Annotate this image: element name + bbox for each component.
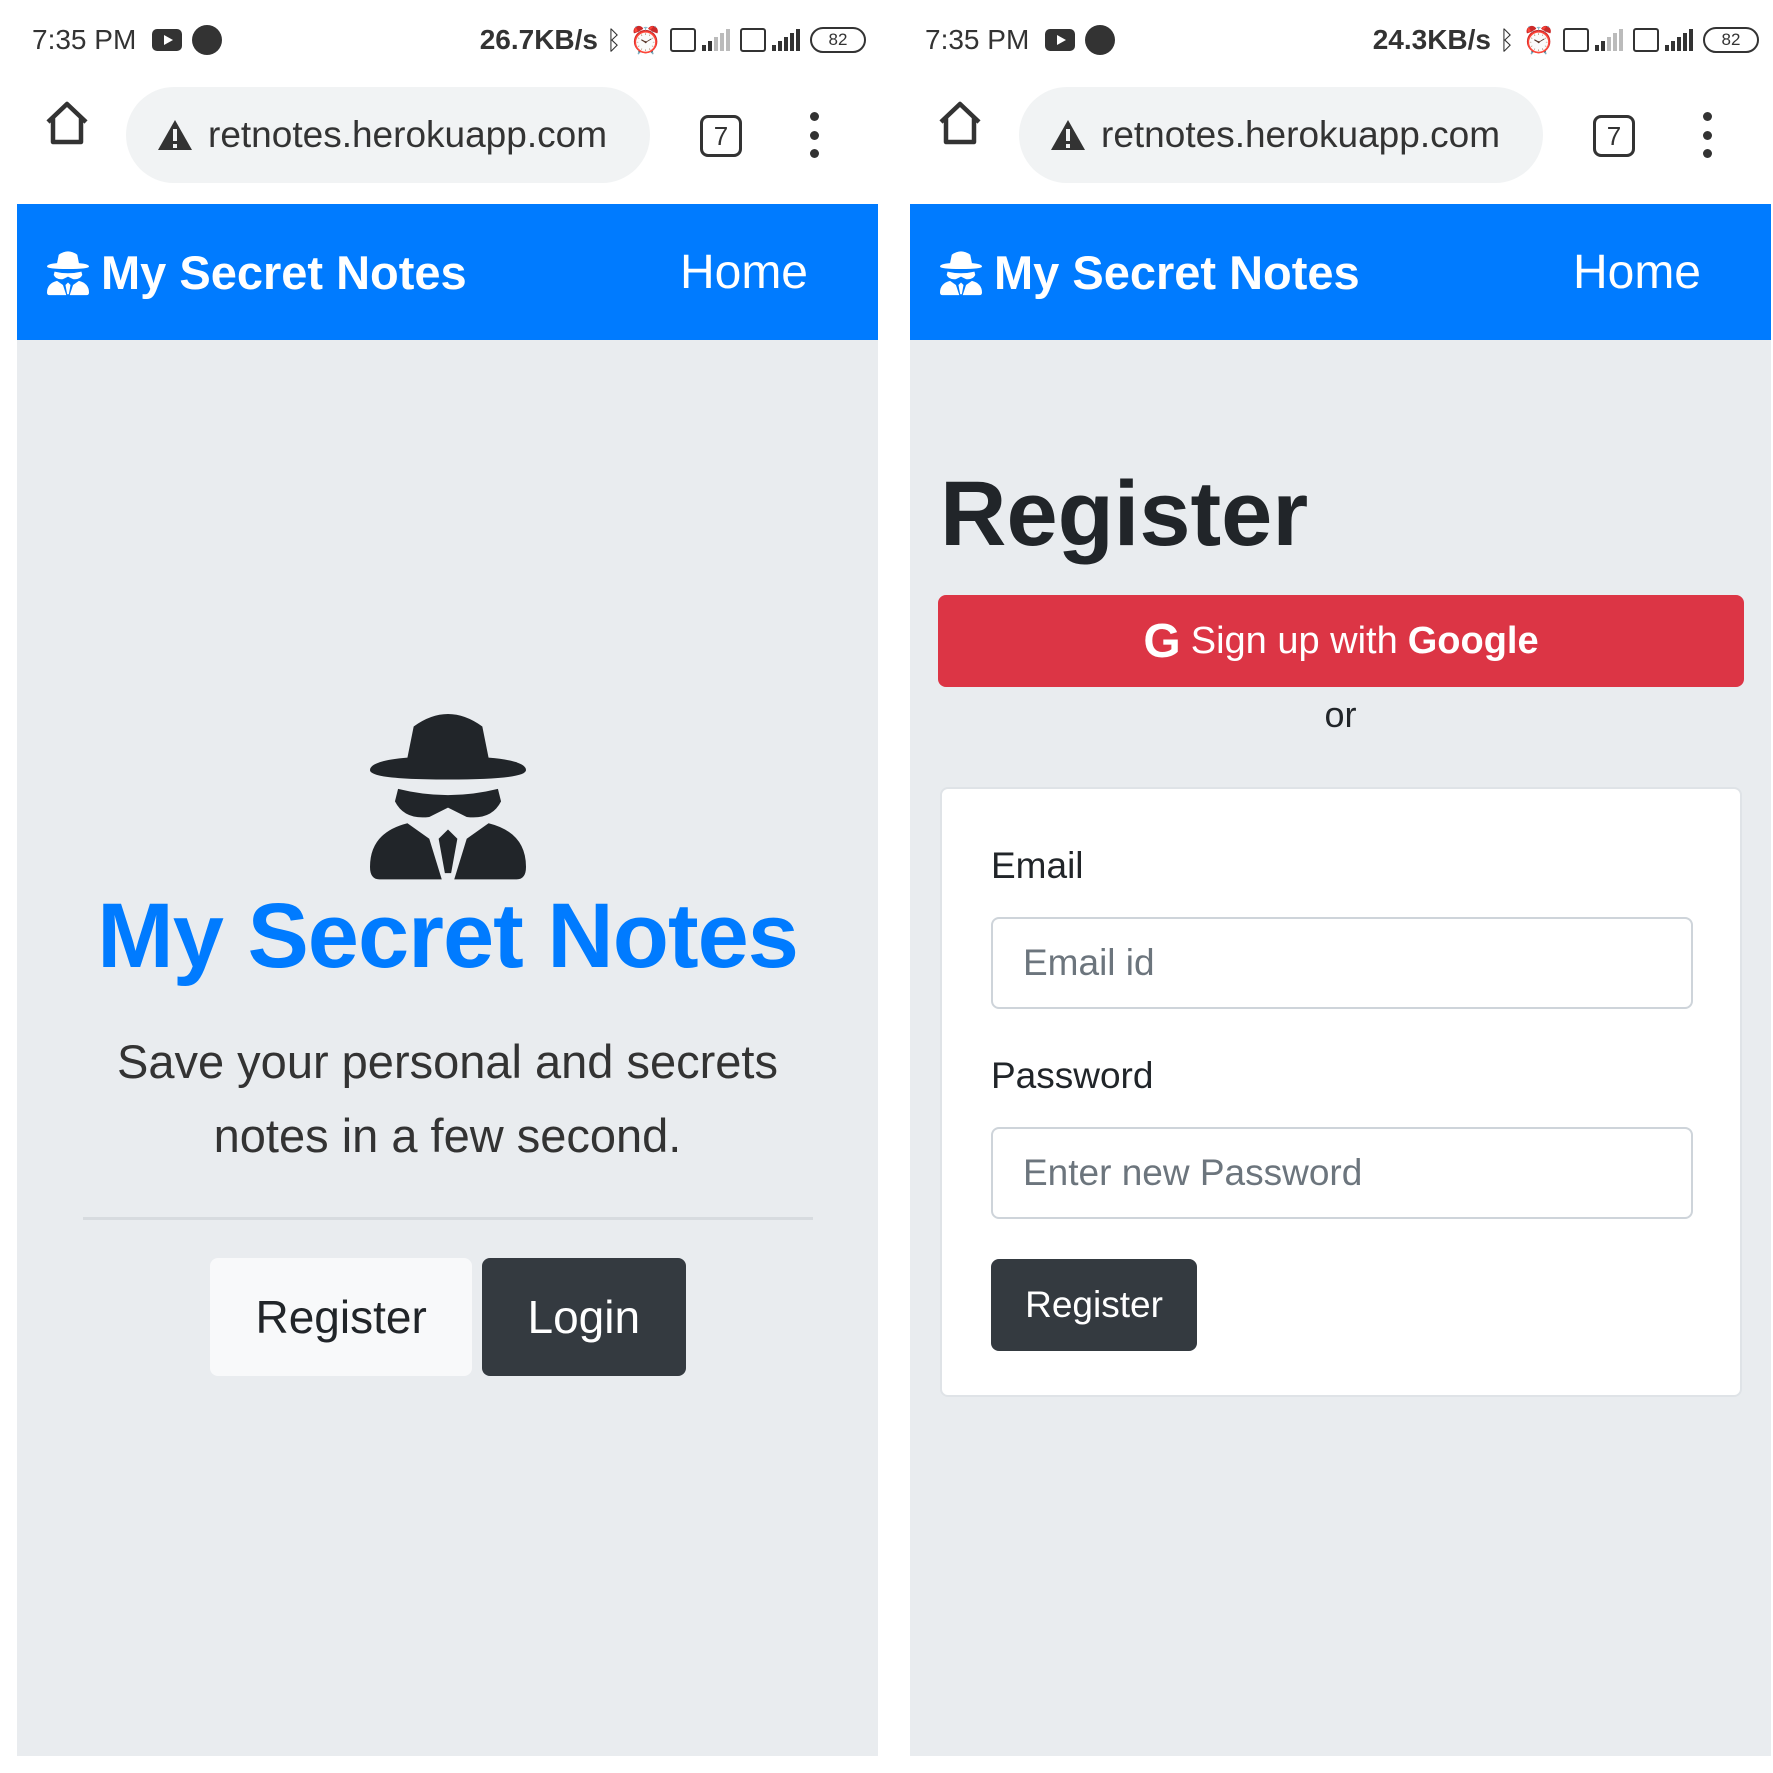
brand-text: My Secret Notes — [101, 245, 467, 299]
network-speed: 26.7KB/s — [479, 24, 599, 55]
signal-icon — [1665, 29, 1693, 51]
hero-title: My Secret Notes — [97, 885, 799, 987]
nav-home-link[interactable]: Home — [1573, 245, 1701, 300]
status-bar: 7:35 PM 26.7KB/s ᛒ ⏰ 82 — [32, 18, 866, 62]
phone-screen-register: 7:35 PM 24.3KB/s ᛒ ⏰ 82 retnotes.herokua… — [893, 0, 1773, 1773]
navbar: My Secret Notes Home — [910, 204, 1771, 340]
volte-icon — [740, 28, 766, 52]
youtube-icon — [152, 29, 183, 51]
nav-home-link[interactable]: Home — [680, 245, 808, 300]
page-title: Register — [940, 463, 1309, 565]
menu-icon[interactable] — [1701, 112, 1713, 158]
battery-icon: 82 — [1703, 27, 1759, 53]
warning-icon — [1051, 120, 1085, 150]
volte-icon — [670, 28, 696, 52]
email-label: Email — [991, 845, 1084, 886]
browser-toolbar: retnotes.herokuapp.com 7 — [893, 82, 1773, 183]
status-bar: 7:35 PM 24.3KB/s ᛒ ⏰ 82 — [925, 18, 1759, 62]
hero: My Secret Notes Save your personal and s… — [17, 704, 878, 1376]
user-secret-icon — [369, 714, 526, 880]
user-secret-icon — [47, 251, 89, 296]
register-button[interactable]: Register — [209, 1258, 472, 1376]
register-submit-button[interactable]: Register — [991, 1259, 1197, 1351]
youtube-icon — [1045, 29, 1076, 51]
network-speed: 24.3KB/s — [1372, 24, 1492, 55]
divider — [82, 1217, 813, 1220]
phone-icon — [192, 25, 223, 55]
battery-icon: 82 — [810, 27, 866, 53]
web-page: My Secret Notes Home Register G Sign up … — [910, 204, 1771, 1756]
tabs-icon[interactable]: 7 — [700, 115, 742, 157]
register-form: Email Password Register — [940, 787, 1742, 1397]
phone-screen-home: 7:35 PM 26.7KB/s ᛒ ⏰ 82 retnotes.herokua… — [0, 0, 880, 1773]
status-time: 7:35 PM — [925, 24, 1030, 55]
home-icon[interactable] — [937, 100, 983, 146]
bluetooth-icon: ᛒ — [1499, 24, 1515, 55]
brand-text: My Secret Notes — [994, 245, 1360, 299]
web-page: My Secret Notes Home My Secret Notes Sav… — [17, 204, 878, 1756]
navbar-brand[interactable]: My Secret Notes — [940, 245, 1360, 300]
google-signup-brand: Google — [1407, 619, 1539, 662]
google-icon: G — [1143, 614, 1181, 668]
menu-icon[interactable] — [808, 112, 820, 158]
phone-icon — [1085, 25, 1116, 55]
hero-actions: Register Login — [17, 1258, 878, 1376]
user-secret-icon — [940, 251, 982, 296]
alarm-icon: ⏰ — [1522, 24, 1555, 55]
status-time: 7:35 PM — [32, 24, 137, 55]
hero-lead: Save your personal and secrets notes in … — [117, 1035, 778, 1162]
bluetooth-icon: ᛒ — [606, 24, 622, 55]
navbar: My Secret Notes Home — [17, 204, 878, 340]
login-button[interactable]: Login — [481, 1258, 686, 1376]
password-label: Password — [991, 1055, 1154, 1096]
browser-toolbar: retnotes.herokuapp.com 7 — [0, 82, 880, 183]
address-bar[interactable]: retnotes.herokuapp.com — [1019, 87, 1543, 183]
url-text: retnotes.herokuapp.com — [1101, 114, 1501, 155]
google-signup-prefix: Sign up with — [1190, 619, 1398, 662]
navbar-brand[interactable]: My Secret Notes — [47, 245, 467, 300]
tabs-icon[interactable]: 7 — [1593, 115, 1635, 157]
signal-icon — [702, 29, 730, 51]
or-separator: or — [1324, 694, 1357, 735]
email-field[interactable] — [991, 917, 1693, 1009]
password-field[interactable] — [991, 1127, 1693, 1219]
alarm-icon: ⏰ — [629, 24, 662, 55]
volte-icon — [1633, 28, 1659, 52]
signal-icon — [772, 29, 800, 51]
url-text: retnotes.herokuapp.com — [208, 114, 608, 155]
signal-icon — [1595, 29, 1623, 51]
volte-icon — [1563, 28, 1589, 52]
warning-icon — [158, 120, 192, 150]
address-bar[interactable]: retnotes.herokuapp.com — [126, 87, 650, 183]
google-signup-button[interactable]: G Sign up with Google — [938, 595, 1744, 687]
home-icon[interactable] — [44, 100, 90, 146]
